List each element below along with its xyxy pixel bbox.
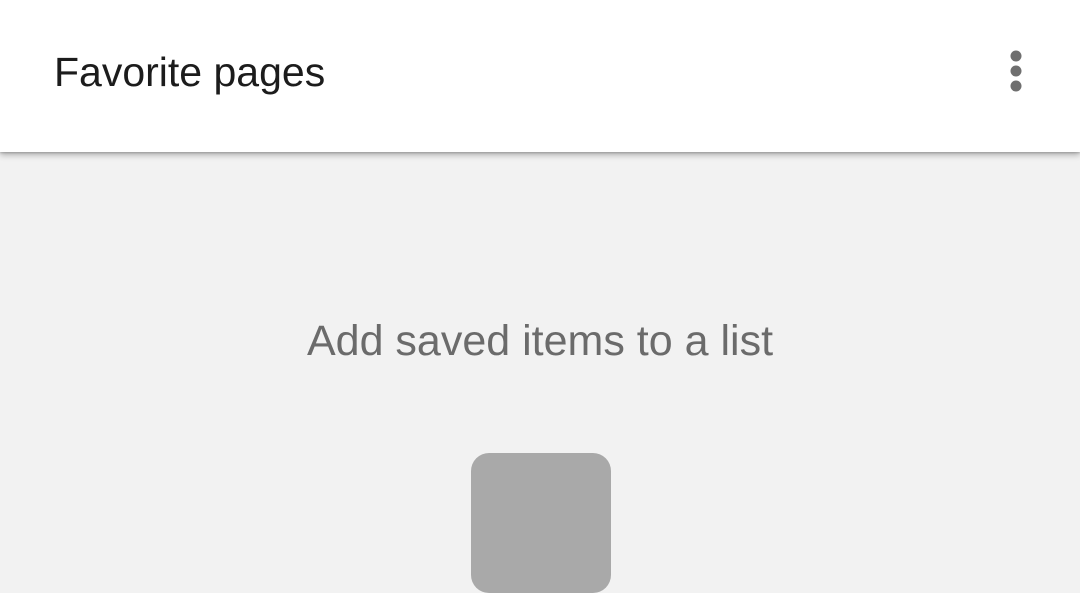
more-vert-icon: [1008, 47, 1024, 95]
more-options-button[interactable]: [990, 42, 1042, 100]
app-bar: Favorite pages: [0, 0, 1080, 152]
empty-state-message: Add saved items to a list: [306, 317, 774, 365]
placeholder-tile-icon: [471, 453, 611, 593]
empty-state-area: Add saved items to a list: [0, 152, 1080, 593]
page-title: Favorite pages: [54, 49, 326, 95]
